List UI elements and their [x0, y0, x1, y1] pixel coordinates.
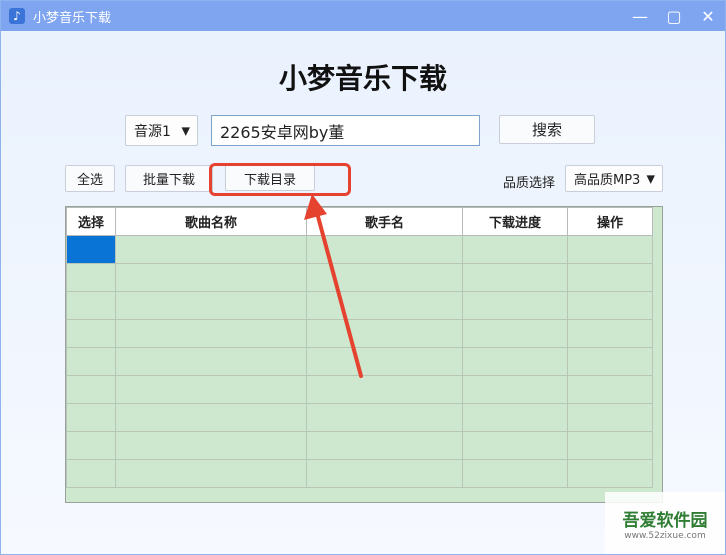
close-button[interactable]: ✕ [691, 1, 725, 31]
app-window: ♪ 小梦音乐下载 — ▢ ✕ 小梦音乐下载 音源1 ▼ 2265安卓网by董 搜… [0, 0, 726, 555]
title-bar: ♪ 小梦音乐下载 — ▢ ✕ [1, 1, 725, 31]
watermark-logo: 吾爱软件园 www.52zixue.com [605, 492, 725, 554]
watermark-text: 吾爱软件园 [622, 510, 708, 531]
window-title: 小梦音乐下载 [33, 10, 112, 26]
maximize-button[interactable]: ▢ [657, 1, 691, 31]
annotation-arrow [304, 194, 363, 378]
music-note-icon: ♪ [9, 8, 25, 24]
window-controls: — ▢ ✕ [623, 1, 725, 31]
client-area: 小梦音乐下载 音源1 ▼ 2265安卓网by董 搜索 全选 批量下载 下载目录 … [1, 31, 725, 554]
watermark-url: www.52zixue.com [624, 530, 706, 541]
minimize-button[interactable]: — [623, 1, 657, 31]
